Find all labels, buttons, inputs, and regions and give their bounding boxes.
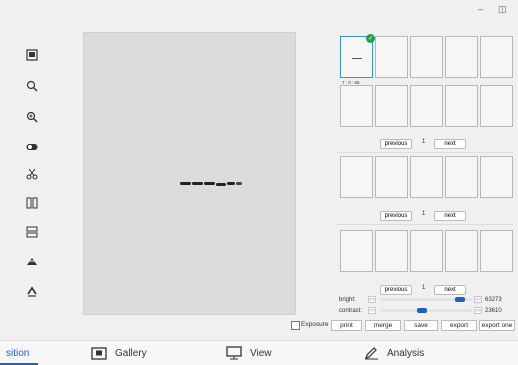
tab-acquisition[interactable]: sition (6, 341, 29, 365)
thumbnail-slot[interactable] (445, 156, 478, 198)
gallery-icon (91, 346, 107, 360)
thumbnail-grid-3 (340, 230, 513, 272)
zoom-in-icon[interactable] (24, 110, 40, 124)
tab-analysis[interactable]: Analysis (364, 341, 424, 365)
tab-view-label: View (250, 347, 272, 359)
thumbnail-slot[interactable] (375, 230, 408, 272)
thumbnail-grid-1: ✓ 7 : 0 : 65 (340, 34, 513, 127)
bright-decrease-button[interactable]: << (368, 296, 376, 303)
thumbnail-slot[interactable] (445, 36, 478, 78)
monitor-icon (226, 346, 242, 360)
tab-analysis-label: Analysis (387, 347, 425, 359)
flip-icon[interactable] (24, 254, 40, 268)
blot-band (204, 182, 215, 185)
blot-band (236, 182, 242, 185)
thumbnail-slot[interactable] (480, 156, 513, 198)
page-number: 1 (422, 285, 426, 291)
previous-button[interactable]: previous (380, 285, 412, 295)
bright-slider-handle[interactable] (455, 297, 465, 302)
bright-increase-button[interactable]: >> (474, 296, 482, 303)
tab-gallery[interactable]: Gallery (91, 341, 147, 365)
thumbnail-slot[interactable] (410, 36, 443, 78)
next-button[interactable]: next (434, 139, 466, 149)
blot-band (227, 182, 235, 185)
previous-button[interactable]: previous (380, 139, 412, 149)
blot-band (192, 182, 203, 185)
page-number: 1 (422, 211, 426, 217)
export-button[interactable]: export (441, 320, 477, 331)
next-button[interactable]: next (434, 285, 466, 295)
thumbnail-slot[interactable] (445, 230, 478, 272)
export-one-button[interactable]: export one (479, 320, 515, 331)
thumbnail-slot[interactable] (445, 85, 478, 127)
thumbnail-grid-2 (340, 156, 513, 198)
tab-gallery-label: Gallery (115, 347, 147, 359)
thumbnail-slot[interactable] (340, 85, 373, 127)
tab-bar: sition Gallery View Analysis (0, 340, 518, 365)
thumbnail-slot[interactable] (410, 156, 443, 198)
restore-button[interactable]: ◫ (498, 4, 507, 15)
split-vertical-icon[interactable] (24, 196, 40, 210)
bright-label: bright: (339, 297, 356, 303)
bright-slider[interactable] (380, 297, 472, 302)
bright-value: 63273 (485, 297, 502, 303)
blot-band (180, 182, 191, 185)
tab-acquisition-label: sition (6, 347, 30, 359)
next-button[interactable]: next (434, 211, 466, 221)
thumbnail-slot[interactable] (480, 230, 513, 272)
image-icon[interactable] (24, 48, 40, 62)
divider (337, 224, 513, 225)
tab-view[interactable]: View (226, 341, 272, 365)
previous-button[interactable]: previous (380, 211, 412, 221)
thumbnail-slot[interactable] (410, 230, 443, 272)
contrast-value: 23610 (485, 308, 502, 314)
merge-button[interactable]: merge (365, 320, 401, 331)
page-number: 1 (422, 139, 426, 145)
thumbnail-band (352, 58, 362, 59)
save-button[interactable]: save (404, 320, 438, 331)
contrast-decrease-button[interactable]: << (368, 307, 376, 314)
thumbnail-slot[interactable] (340, 230, 373, 272)
thumbnail-slot[interactable] (480, 36, 513, 78)
thumbnail-slot[interactable] (375, 156, 408, 198)
rotate-icon[interactable] (24, 284, 40, 298)
toggle-icon[interactable] (24, 140, 40, 154)
contrast-slider[interactable] (380, 308, 472, 313)
check-icon: ✓ (366, 34, 375, 43)
exposure-label: Exposure (301, 321, 329, 328)
thumbnail-slot[interactable] (340, 156, 373, 198)
zoom-out-icon[interactable] (24, 79, 40, 93)
thumbnail-slot[interactable] (375, 36, 408, 78)
exposure-checkbox[interactable] (291, 321, 300, 330)
print-button[interactable]: print (331, 320, 362, 331)
divider (337, 152, 513, 153)
cut-icon[interactable] (24, 167, 40, 181)
blot-image[interactable] (83, 32, 296, 315)
minimize-button[interactable]: – (478, 4, 483, 14)
split-horizontal-icon[interactable] (24, 225, 40, 239)
contrast-slider-handle[interactable] (417, 308, 427, 313)
thumbnail-selected[interactable]: ✓ 7 : 0 : 65 (340, 34, 375, 85)
blot-band (216, 183, 226, 186)
thumbnail-slot[interactable] (375, 85, 408, 127)
contrast-increase-button[interactable]: >> (474, 307, 482, 314)
contrast-label: contrast: (339, 308, 363, 314)
pen-icon (364, 346, 379, 360)
thumbnail-slot[interactable] (480, 85, 513, 127)
thumbnail-slot[interactable] (410, 85, 443, 127)
